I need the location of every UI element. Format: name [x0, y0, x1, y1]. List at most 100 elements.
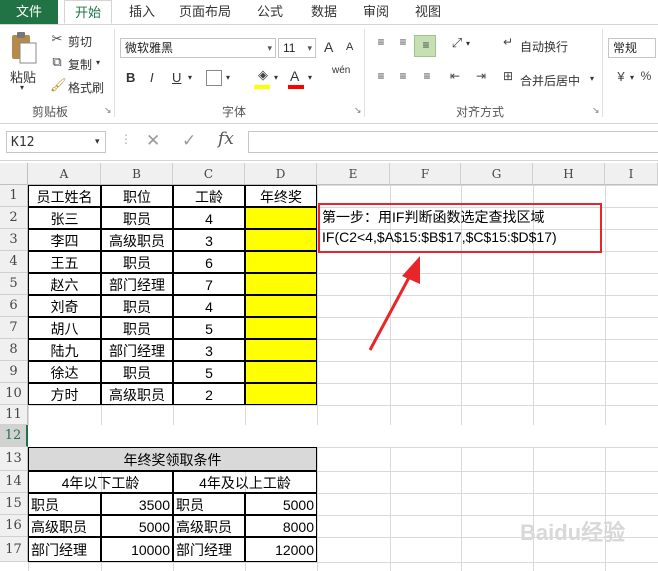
increase-indent-icon[interactable]: ⇥ — [472, 69, 490, 83]
column-header-i[interactable]: I — [605, 163, 658, 185]
table2-cell[interactable]: 10000 — [101, 537, 173, 562]
table1-header-3[interactable]: 年终奖 — [245, 185, 317, 207]
table2-cell[interactable]: 5000 — [101, 515, 173, 537]
align-bottom-button[interactable]: ≡ — [414, 35, 436, 57]
tab-home[interactable]: 开始 — [64, 0, 112, 24]
table2-title[interactable]: 年终奖领取条件 — [28, 447, 317, 471]
dialog-launcher-icon[interactable]: ↘ — [354, 105, 362, 116]
column-header-b[interactable]: B — [101, 163, 173, 185]
row-header-17[interactable]: 17 — [0, 537, 28, 562]
table1-cell[interactable]: 陆九 — [28, 339, 101, 361]
table1-cell[interactable]: 职员 — [101, 317, 173, 339]
row-header-16[interactable]: 16 — [0, 515, 28, 537]
column-header-c[interactable]: C — [173, 163, 245, 185]
table1-cell[interactable]: 2 — [173, 383, 245, 405]
table1-cell[interactable]: 5 — [173, 317, 245, 339]
table1-cell[interactable]: 王五 — [28, 251, 101, 273]
table1-cell[interactable]: 7 — [173, 273, 245, 295]
wrap-text-button[interactable]: 自动换行 — [520, 38, 568, 55]
table2-cell[interactable]: 部门经理 — [173, 537, 245, 562]
decrease-indent-icon[interactable]: ⇤ — [446, 69, 464, 83]
row-header-10[interactable]: 10 — [0, 383, 28, 405]
tab-file[interactable]: 文件 — [0, 0, 58, 24]
bonus-cell[interactable] — [245, 295, 317, 317]
bonus-cell[interactable] — [245, 273, 317, 295]
row-header-11[interactable]: 11 — [0, 405, 28, 425]
align-top-icon[interactable]: ≡ — [372, 35, 390, 49]
bonus-cell[interactable] — [245, 383, 317, 405]
column-header-f[interactable]: F — [390, 163, 461, 185]
cancel-icon[interactable]: ✕ — [146, 131, 160, 151]
table2-cell[interactable]: 职员 — [173, 493, 245, 515]
table2-cell[interactable]: 12000 — [245, 537, 317, 562]
table1-cell[interactable]: 方时 — [28, 383, 101, 405]
cut-button[interactable]: 剪切 — [68, 33, 92, 50]
orientation-icon[interactable]: ⤢ — [448, 35, 466, 51]
underline-button[interactable]: U — [172, 70, 181, 85]
table1-cell[interactable]: 职员 — [101, 207, 173, 229]
font-name-combo[interactable]: 微软雅黑 ▾ — [120, 38, 276, 58]
table1-cell[interactable]: 3 — [173, 229, 245, 251]
bonus-cell[interactable] — [245, 361, 317, 383]
percent-icon[interactable]: % — [638, 69, 654, 83]
merge-center-button[interactable]: 合并后居中 — [520, 72, 580, 89]
column-header-h[interactable]: H — [533, 163, 605, 185]
tab-page-layout[interactable]: 页面布局 — [172, 0, 238, 24]
font-size-combo[interactable]: 11 ▾ — [278, 38, 316, 58]
align-left-icon[interactable]: ≡ — [372, 69, 390, 83]
table1-cell[interactable]: 胡八 — [28, 317, 101, 339]
table1-header-2[interactable]: 工龄 — [173, 185, 245, 207]
table2-cell[interactable]: 3500 — [101, 493, 173, 515]
table1-cell[interactable]: 张三 — [28, 207, 101, 229]
align-middle-icon[interactable]: ≡ — [394, 35, 412, 49]
grow-font-button[interactable]: A — [324, 39, 333, 55]
table1-header-1[interactable]: 职位 — [101, 185, 173, 207]
formula-input[interactable] — [248, 131, 658, 153]
shrink-font-button[interactable]: A — [346, 41, 353, 53]
row-header-9[interactable]: 9 — [0, 361, 28, 383]
table1-cell[interactable]: 3 — [173, 339, 245, 361]
table1-cell[interactable]: 职员 — [101, 295, 173, 317]
tab-insert[interactable]: 插入 — [120, 0, 164, 24]
bonus-cell[interactable] — [245, 339, 317, 361]
table1-cell[interactable]: 部门经理 — [101, 273, 173, 295]
row-header-8[interactable]: 8 — [0, 339, 28, 361]
table1-cell[interactable]: 职员 — [101, 361, 173, 383]
bonus-cell[interactable] — [245, 229, 317, 251]
italic-button[interactable]: I — [150, 70, 154, 85]
dialog-launcher-icon[interactable]: ↘ — [592, 105, 600, 116]
table2-left-header[interactable]: 4年以下工龄 — [28, 471, 173, 493]
table2-cell[interactable]: 5000 — [245, 493, 317, 515]
dialog-launcher-icon[interactable]: ↘ — [104, 105, 112, 116]
table1-header-0[interactable]: 员工姓名 — [28, 185, 101, 207]
table1-cell[interactable]: 赵六 — [28, 273, 101, 295]
name-box[interactable]: K12 ▾ — [6, 131, 106, 153]
table1-cell[interactable]: 5 — [173, 361, 245, 383]
column-header-d[interactable]: D — [245, 163, 317, 185]
table1-cell[interactable]: 刘奇 — [28, 295, 101, 317]
bonus-cell[interactable] — [245, 207, 317, 229]
row-header-6[interactable]: 6 — [0, 295, 28, 317]
number-format-combo[interactable]: 常规 — [608, 38, 656, 58]
row-header-15[interactable]: 15 — [0, 493, 28, 515]
column-header-a[interactable]: A — [28, 163, 101, 185]
tab-formulas[interactable]: 公式 — [248, 0, 292, 24]
row-header-13[interactable]: 13 — [0, 447, 28, 471]
format-painter-button[interactable]: 格式刷 — [68, 79, 104, 96]
table1-cell[interactable]: 部门经理 — [101, 339, 173, 361]
font-color-icon[interactable]: A — [290, 68, 299, 84]
fill-color-icon[interactable]: ◈ — [254, 67, 272, 83]
row-header-2[interactable]: 2 — [0, 207, 28, 229]
paste-button[interactable]: 粘贴 ▾ — [8, 31, 38, 92]
row-header-14[interactable]: 14 — [0, 471, 28, 493]
table2-cell[interactable]: 职员 — [28, 493, 101, 515]
row-header-1[interactable]: 1 — [0, 185, 28, 207]
enter-icon[interactable]: ✓ — [182, 131, 196, 151]
table1-cell[interactable]: 高级职员 — [101, 383, 173, 405]
table1-cell[interactable]: 6 — [173, 251, 245, 273]
table1-cell[interactable]: 4 — [173, 207, 245, 229]
table1-cell[interactable]: 职员 — [101, 251, 173, 273]
table2-cell[interactable]: 8000 — [245, 515, 317, 537]
table2-cell[interactable]: 高级职员 — [28, 515, 101, 537]
tab-review[interactable]: 审阅 — [354, 0, 398, 24]
